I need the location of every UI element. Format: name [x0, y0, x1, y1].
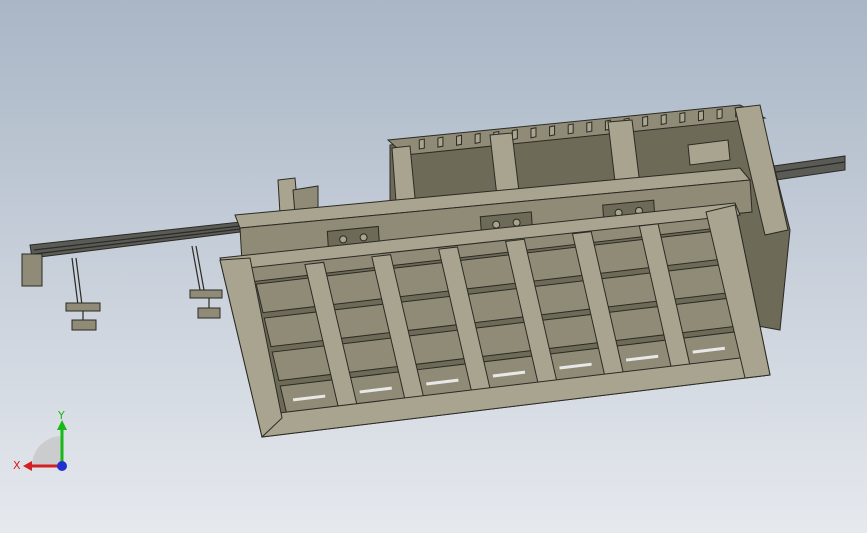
- triad-x-label: X: [13, 459, 21, 472]
- housing-fin-4: [474, 132, 481, 144]
- 3d-viewport[interactable]: Y X: [0, 0, 867, 533]
- upper-slot-hole-b-2: [512, 218, 521, 227]
- triad-plane-icon: [32, 436, 62, 466]
- hanger-2-clamp: [189, 289, 223, 299]
- housing-fin-17: [716, 108, 723, 120]
- housing-fin-7: [530, 127, 537, 139]
- triad-x-arrow-icon: [23, 461, 32, 471]
- triad-z-axis-icon: [57, 461, 67, 471]
- housing-fin-13: [642, 115, 649, 127]
- hanger-1-clamp: [65, 302, 101, 312]
- cad-model-view[interactable]: [0, 0, 867, 533]
- upper-slot-hole-1: [339, 235, 348, 244]
- upper-slot-hole-b-1: [359, 233, 368, 242]
- hanger-1-foot: [71, 319, 97, 331]
- triad-y-label: Y: [57, 410, 65, 422]
- hanger-2-foot: [197, 307, 221, 319]
- rail-end-block: [21, 253, 43, 287]
- housing-fin-16: [697, 110, 704, 122]
- rear-top-block: [687, 139, 731, 166]
- housing-fin-2: [437, 136, 444, 148]
- housing-fin-8: [549, 125, 556, 137]
- housing-fin-15: [679, 112, 686, 124]
- housing-fin-10: [586, 121, 593, 133]
- housing-fin-9: [567, 123, 574, 135]
- orientation-triad[interactable]: Y X: [10, 409, 80, 480]
- housing-fin-14: [660, 113, 667, 126]
- housing-fin-3: [456, 134, 463, 146]
- upper-slot-hole-2: [492, 220, 501, 229]
- housing-fin-1: [418, 138, 425, 150]
